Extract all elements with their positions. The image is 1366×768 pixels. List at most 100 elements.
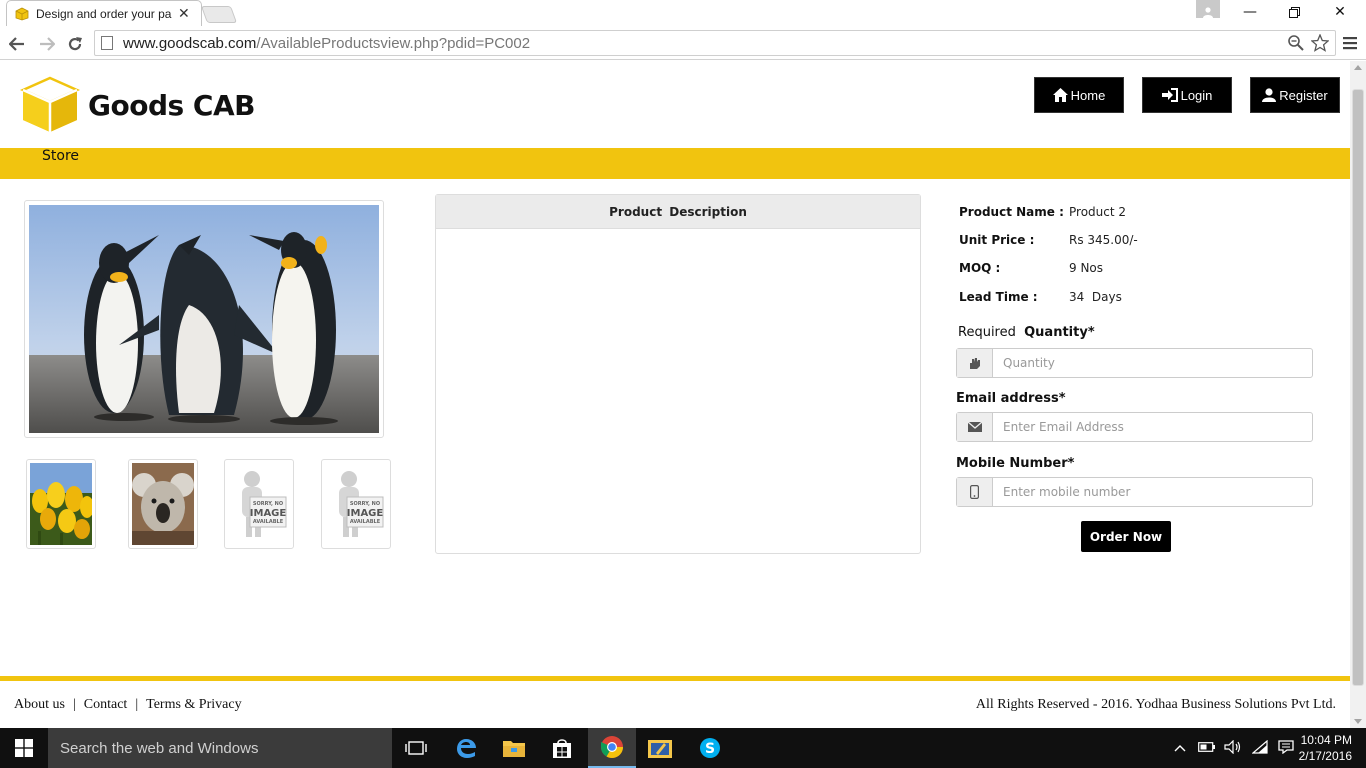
product-name-label: Product Name :	[959, 205, 1064, 219]
svg-text:SORRY, NO: SORRY, NO	[253, 501, 283, 507]
box-logo-icon	[20, 76, 80, 132]
unit-price-label: Unit Price :	[959, 233, 1035, 247]
footer-link-contact[interactable]: Contact	[84, 697, 128, 713]
svg-text:AVAILABLE: AVAILABLE	[350, 519, 381, 525]
bookmark-star-icon[interactable]	[1311, 34, 1329, 52]
app-folder-icon[interactable]	[636, 728, 684, 768]
reload-icon[interactable]	[64, 33, 86, 55]
moq-label: MOQ :	[959, 261, 1001, 275]
quantity-hand-icon	[957, 349, 993, 377]
thumbnail-tulips[interactable]	[26, 459, 96, 549]
svg-text:SORRY, NO: SORRY, NO	[350, 501, 380, 507]
thumbnail-no-image-1[interactable]: SORRY, NO IMAGE AVAILABLE	[224, 459, 294, 549]
clock-date: 2/17/2016	[1298, 749, 1352, 763]
edge-browser-icon[interactable]	[442, 728, 490, 768]
unit-price-value: Rs 345.00/-	[1069, 233, 1138, 247]
back-arrow-icon[interactable]	[6, 33, 28, 55]
browser-tab[interactable]: Design and order your pa ✕	[6, 0, 202, 26]
email-field	[956, 412, 1313, 442]
battery-icon[interactable]	[1198, 741, 1216, 755]
file-explorer-icon[interactable]	[490, 728, 538, 768]
close-tab-icon[interactable]: ✕	[178, 6, 190, 22]
chrome-icon[interactable]	[588, 728, 636, 768]
forward-arrow-icon[interactable]	[36, 33, 58, 55]
clock-time: 10:04 PM	[1300, 733, 1352, 747]
product-description-header: Product Description	[436, 195, 920, 229]
register-button[interactable]: Register	[1250, 77, 1340, 113]
tulips-image	[30, 463, 94, 545]
close-window-icon[interactable]: ✕	[1318, 0, 1362, 24]
product-name-value: Product 2	[1069, 205, 1127, 219]
show-hidden-icons-chevron-icon[interactable]	[1174, 741, 1186, 755]
box-favicon-icon	[15, 7, 29, 20]
email-input[interactable]	[993, 413, 1312, 441]
lead-time-row: Lead Time : 34 Days	[959, 290, 1122, 304]
mobile-label: Mobile Number*	[956, 456, 1075, 471]
envelope-icon	[957, 413, 993, 441]
system-tray	[1174, 728, 1294, 768]
user-icon	[1262, 88, 1277, 102]
home-label: Home	[1070, 87, 1106, 103]
koala-image	[132, 463, 194, 545]
taskbar-clock[interactable]: 10:04 PM 2/17/2016	[1299, 732, 1352, 764]
minimize-window-icon[interactable]: —	[1228, 0, 1272, 24]
scroll-down-arrow-icon[interactable]	[1354, 719, 1362, 724]
taskbar-search[interactable]: Search the web and Windows	[48, 728, 392, 768]
tab-title: Design and order your pa	[36, 6, 172, 21]
login-button[interactable]: Login	[1142, 77, 1232, 113]
zoom-icon[interactable]	[1287, 34, 1305, 52]
footer-separator: |	[135, 697, 139, 712]
skype-icon[interactable]: S	[686, 728, 734, 768]
footer-separator: |	[72, 697, 76, 712]
footer-link-terms[interactable]: Terms & Privacy	[146, 697, 241, 713]
thumbnail-no-image-2[interactable]: SORRY, NO IMAGE AVAILABLE	[321, 459, 391, 549]
network-wifi-icon[interactable]	[1251, 739, 1268, 757]
scroll-up-arrow-icon[interactable]	[1354, 65, 1362, 70]
footer-links: About us | Contact | Terms & Privacy	[14, 697, 242, 713]
browser-tab-strip: Design and order your pa ✕ — ✕	[0, 0, 1366, 28]
main-product-image	[24, 200, 384, 438]
profile-icon[interactable]	[1196, 0, 1220, 18]
unit-price-row: Unit Price : Rs 345.00/-	[959, 233, 1138, 247]
mobile-input[interactable]	[993, 478, 1312, 506]
footer-link-about[interactable]: About us	[14, 697, 65, 713]
restore-window-icon[interactable]	[1272, 0, 1316, 24]
svg-text:AVAILABLE: AVAILABLE	[253, 519, 284, 525]
footer-copyright: All Rights Reserved - 2016. Yodhaa Busin…	[975, 697, 1336, 712]
quantity-label-prefix: Required	[958, 325, 1016, 340]
page-icon	[101, 36, 113, 50]
quantity-input[interactable]	[993, 349, 1312, 377]
mobile-field	[956, 477, 1313, 507]
quantity-label: Required Quantity*	[958, 325, 1095, 340]
site-logo[interactable]: Goods CAB	[20, 75, 255, 135]
browser-menu-icon[interactable]	[1340, 32, 1360, 54]
windows-start-icon[interactable]	[0, 728, 48, 768]
register-label: Register	[1279, 87, 1328, 103]
page-scrollbar[interactable]	[1350, 61, 1366, 728]
menu-item-store[interactable]: Store	[42, 148, 79, 164]
main-menu-bar: Store	[0, 148, 1350, 179]
action-center-icon[interactable]	[1278, 739, 1294, 757]
order-now-button[interactable]: Order Now	[1081, 521, 1171, 552]
new-tab-button[interactable]	[200, 6, 238, 23]
store-bag-icon[interactable]	[538, 728, 586, 768]
no-image-placeholder: SORRY, NO IMAGE AVAILABLE	[242, 471, 287, 537]
volume-icon[interactable]	[1224, 739, 1242, 757]
login-label: Login	[1180, 87, 1213, 103]
scrollbar-thumb[interactable]	[1352, 89, 1364, 686]
moq-row: MOQ : 9 Nos	[959, 261, 1103, 275]
windows-taskbar: Search the web and Windows S 10:04 PM 2/…	[0, 728, 1366, 768]
lead-time-value: 34 Days	[1069, 290, 1122, 304]
quantity-field	[956, 348, 1313, 378]
svg-text:S: S	[705, 741, 715, 757]
url-text: www.goodscab.com/AvailableProductsview.p…	[123, 34, 531, 52]
home-button[interactable]: Home	[1034, 77, 1124, 113]
no-image-placeholder: SORRY, NO IMAGE AVAILABLE	[339, 471, 384, 537]
task-view-icon[interactable]	[392, 728, 440, 768]
product-name-row: Product Name : Product 2	[959, 205, 1126, 219]
home-icon	[1052, 88, 1068, 102]
address-bar[interactable]: www.goodscab.com/AvailableProductsview.p…	[94, 30, 1336, 56]
footer-divider	[0, 676, 1350, 681]
moq-value: 9 Nos	[1069, 261, 1104, 275]
thumbnail-koala[interactable]	[128, 459, 198, 549]
